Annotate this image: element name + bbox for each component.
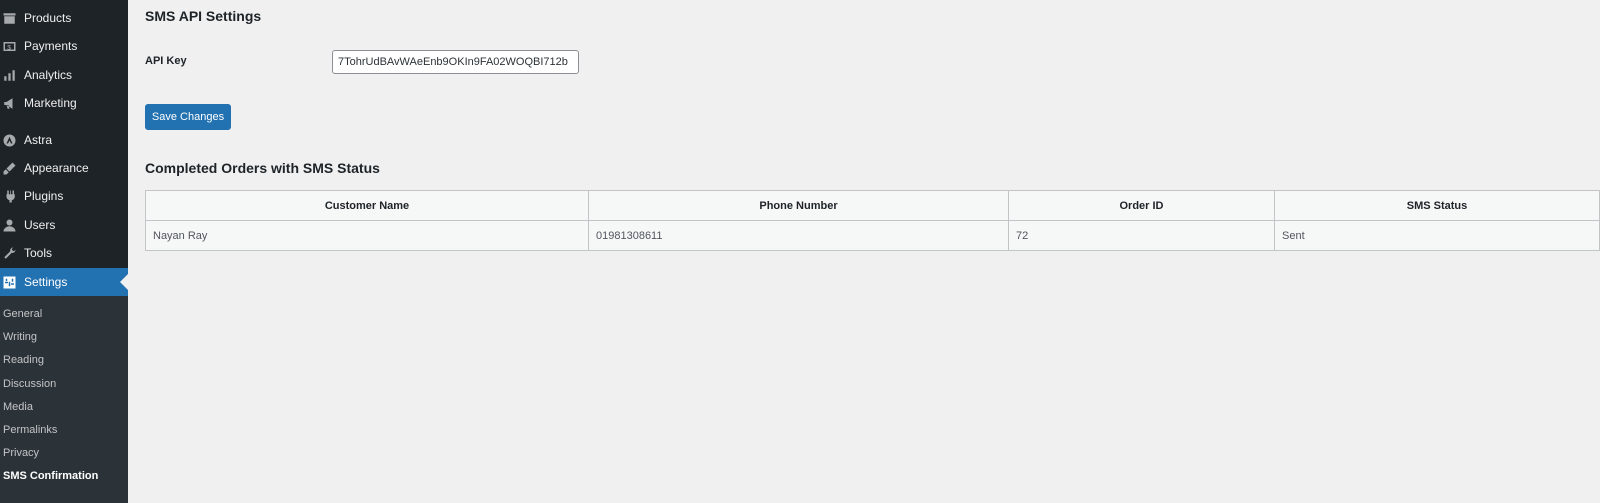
- sidebar-item-plugins[interactable]: Plugins: [0, 182, 128, 210]
- sidebar-item-products[interactable]: Products: [0, 4, 128, 32]
- main-content: SMS API Settings API Key Save Changes Co…: [128, 0, 1600, 503]
- column-header-order-id: Order ID: [1008, 190, 1275, 221]
- sidebar-item-label: Plugins: [24, 189, 64, 203]
- submenu-item-permalinks[interactable]: Permalinks: [3, 423, 57, 437]
- settings-submenu: General Writing Reading Discussion Media…: [0, 296, 128, 503]
- submenu-item-general[interactable]: General: [3, 307, 42, 321]
- sidebar-item-label: Astra: [24, 133, 53, 147]
- sidebar-item-label: Payments: [24, 39, 78, 53]
- submenu-item-writing[interactable]: Writing: [3, 330, 37, 344]
- page-title: SMS API Settings: [145, 8, 262, 24]
- sidebar-item-appearance[interactable]: Appearance: [0, 154, 128, 182]
- sidebar-item-analytics[interactable]: Analytics: [0, 61, 128, 89]
- column-header-sms-status: SMS Status: [1274, 190, 1600, 221]
- sidebar-item-settings[interactable]: Settings: [0, 268, 128, 296]
- admin-sidebar: Products $ Payments Analytics Marketing …: [0, 0, 128, 503]
- svg-text:$: $: [7, 44, 11, 51]
- settings-icon: [1, 274, 17, 290]
- sidebar-item-label: Marketing: [24, 96, 77, 110]
- marketing-icon: [1, 95, 17, 111]
- sidebar-item-users[interactable]: Users: [0, 211, 128, 239]
- cell-order-id: 72: [1008, 220, 1275, 251]
- cell-customer-name: Nayan Ray: [145, 220, 589, 251]
- table-row: Nayan Ray 01981308611 72 Sent: [145, 220, 1600, 251]
- sidebar-item-astra[interactable]: Astra: [0, 126, 128, 154]
- sidebar-item-label: Settings: [24, 275, 68, 289]
- api-key-input[interactable]: [332, 50, 579, 74]
- analytics-icon: [1, 67, 17, 83]
- sidebar-item-label: Analytics: [24, 68, 73, 82]
- sidebar-item-label: Tools: [24, 246, 53, 260]
- sidebar-item-label: Products: [24, 11, 72, 25]
- plugins-icon: [1, 188, 17, 204]
- save-changes-button[interactable]: Save Changes: [145, 104, 231, 130]
- orders-section-title: Completed Orders with SMS Status: [145, 160, 380, 176]
- cell-sms-status: Sent: [1274, 220, 1600, 251]
- submenu-item-sms-confirmation[interactable]: SMS Confirmation: [3, 469, 98, 483]
- api-key-label: API Key: [145, 55, 187, 67]
- orders-table: Customer Name Phone Number Order ID SMS …: [145, 190, 1600, 251]
- column-header-phone-number: Phone Number: [588, 190, 1009, 221]
- products-icon: [1, 10, 17, 26]
- sidebar-item-marketing[interactable]: Marketing: [0, 89, 128, 117]
- table-header-row: Customer Name Phone Number Order ID SMS …: [145, 190, 1600, 221]
- submenu-item-privacy[interactable]: Privacy: [3, 446, 39, 460]
- users-icon: [1, 217, 17, 233]
- submenu-item-reading[interactable]: Reading: [3, 353, 44, 367]
- sidebar-item-tools[interactable]: Tools: [0, 239, 128, 267]
- sidebar-item-label: Users: [24, 218, 56, 232]
- astra-icon: [1, 132, 17, 148]
- cell-phone-number: 01981308611: [588, 220, 1009, 251]
- submenu-item-media[interactable]: Media: [3, 400, 33, 414]
- submenu-item-discussion[interactable]: Discussion: [3, 377, 56, 391]
- tools-icon: [1, 245, 17, 261]
- column-header-customer-name: Customer Name: [145, 190, 589, 221]
- sidebar-item-label: Appearance: [24, 161, 89, 175]
- appearance-icon: [1, 160, 17, 176]
- payments-icon: $: [1, 38, 17, 54]
- sidebar-item-payments[interactable]: $ Payments: [0, 32, 128, 60]
